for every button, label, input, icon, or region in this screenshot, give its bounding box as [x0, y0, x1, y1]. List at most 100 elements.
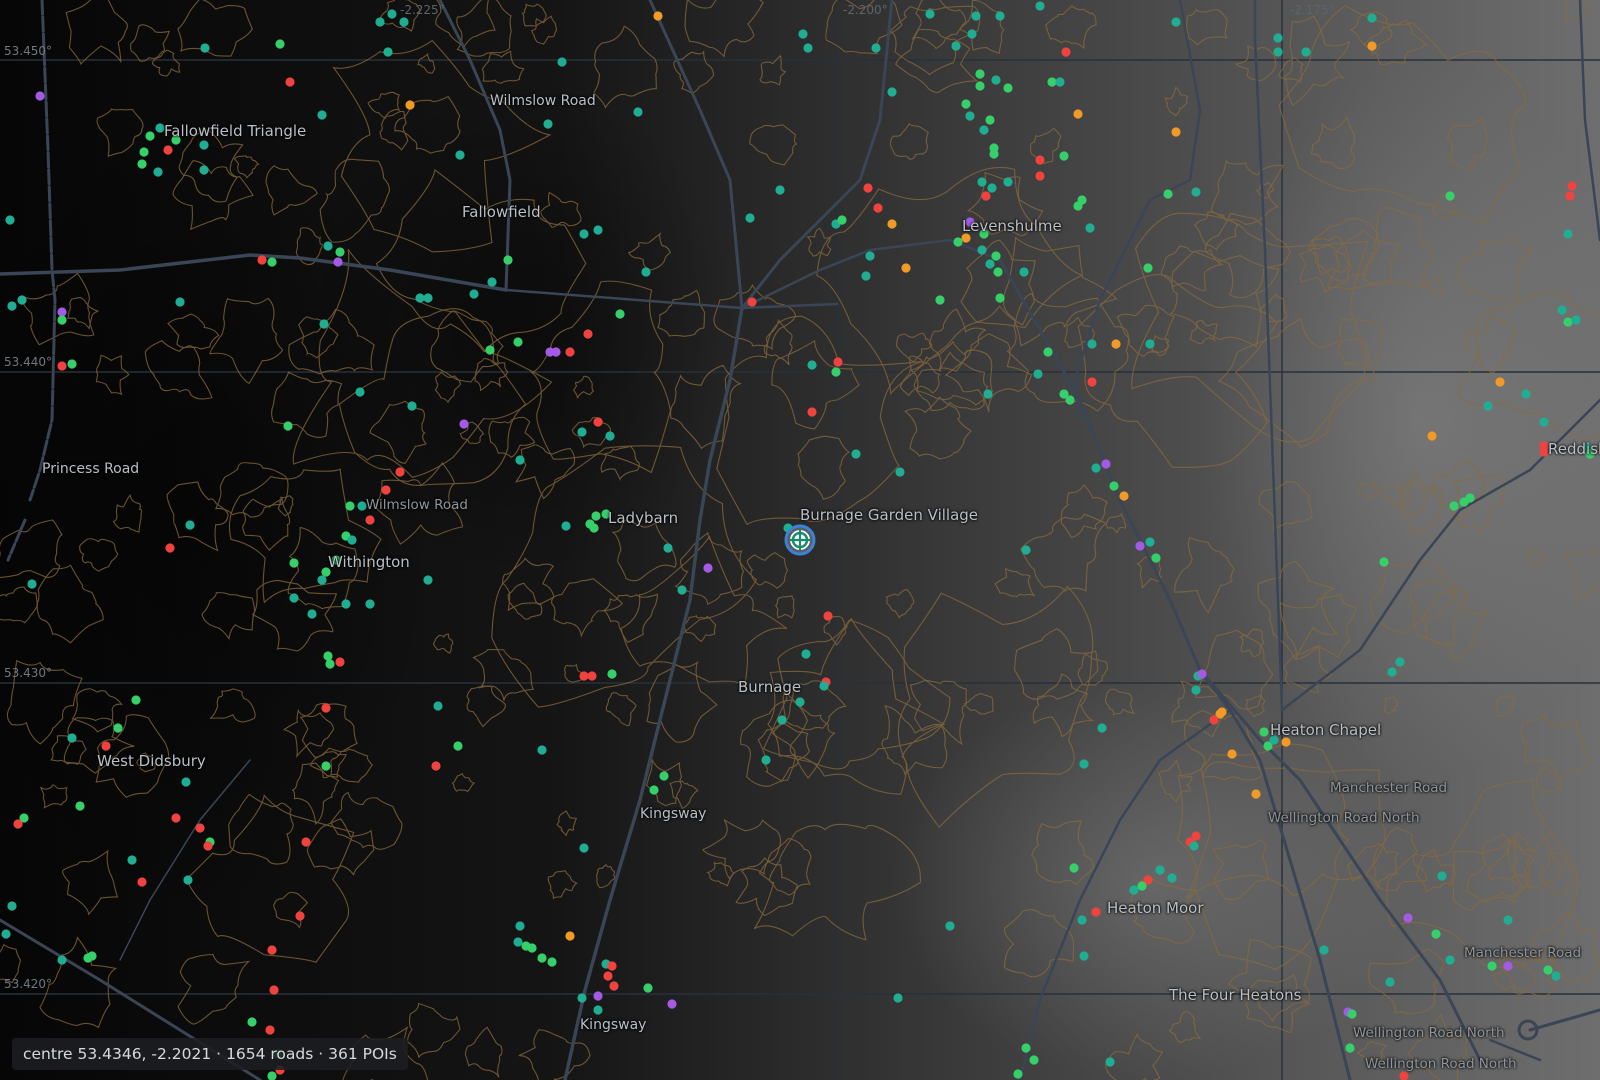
place-label[interactable]: Ladybarn — [608, 509, 678, 527]
poi-marker[interactable] — [257, 255, 267, 265]
poi-marker[interactable] — [579, 671, 589, 681]
place-label[interactable]: Withington — [328, 553, 410, 571]
place-label[interactable]: Fallowfield Triangle — [164, 122, 306, 140]
poi-marker[interactable] — [1565, 191, 1575, 201]
poi-marker[interactable] — [383, 47, 393, 57]
poi-marker[interactable] — [1301, 47, 1311, 57]
poi-marker[interactable] — [333, 257, 343, 267]
poi-marker[interactable] — [1495, 377, 1505, 387]
poi-marker[interactable] — [355, 387, 365, 397]
poi-marker[interactable] — [267, 945, 277, 955]
poi-marker[interactable] — [1465, 493, 1475, 503]
poi-marker[interactable] — [1073, 201, 1083, 211]
poi-marker[interactable] — [965, 111, 975, 121]
poi-marker[interactable] — [1209, 715, 1219, 725]
poi-marker[interactable] — [1111, 339, 1121, 349]
poi-marker[interactable] — [459, 419, 469, 429]
poi-marker[interactable] — [317, 110, 327, 120]
poi-marker[interactable] — [335, 657, 345, 667]
poi-marker[interactable] — [1171, 17, 1181, 27]
poi-marker[interactable] — [593, 225, 603, 235]
poi-marker[interactable] — [1503, 961, 1513, 971]
poi-marker[interactable] — [57, 955, 67, 965]
poi-marker[interactable] — [469, 289, 479, 299]
poi-marker[interactable] — [747, 297, 757, 307]
poi-marker[interactable] — [887, 219, 897, 229]
poi-marker[interactable] — [995, 11, 1005, 21]
poi-marker[interactable] — [893, 993, 903, 1003]
poi-marker[interactable] — [1143, 263, 1153, 273]
poi-marker[interactable] — [961, 99, 971, 109]
poi-marker[interactable] — [289, 593, 299, 603]
poi-marker[interactable] — [977, 245, 987, 255]
poi-marker[interactable] — [1543, 965, 1553, 975]
poi-marker[interactable] — [587, 671, 597, 681]
poi-marker[interactable] — [561, 521, 571, 531]
poi-marker[interactable] — [1563, 229, 1573, 239]
poi-marker[interactable] — [547, 957, 557, 967]
poi-marker[interactable] — [455, 150, 465, 160]
poi-marker[interactable] — [537, 745, 547, 755]
poi-marker[interactable] — [199, 140, 209, 150]
poi-marker[interactable] — [7, 301, 17, 311]
poi-marker[interactable] — [605, 431, 615, 441]
poi-marker[interactable] — [1, 929, 11, 939]
poi-marker[interactable] — [131, 695, 141, 705]
poi-marker[interactable] — [1073, 109, 1083, 119]
poi-marker[interactable] — [1035, 155, 1045, 165]
poi-marker[interactable] — [1021, 1043, 1031, 1053]
poi-marker[interactable] — [527, 943, 537, 953]
poi-marker[interactable] — [1487, 961, 1497, 971]
poi-marker[interactable] — [589, 523, 599, 533]
place-label[interactable]: Reddish — [1548, 440, 1600, 458]
poi-marker[interactable] — [1029, 1055, 1039, 1065]
poi-marker[interactable] — [807, 360, 817, 370]
poi-marker[interactable] — [1035, 1, 1045, 11]
poi-marker[interactable] — [1021, 545, 1031, 555]
poi-marker[interactable] — [887, 87, 897, 97]
poi-marker[interactable] — [1385, 977, 1395, 987]
poi-marker[interactable] — [265, 1025, 275, 1035]
poi-marker[interactable] — [35, 91, 45, 101]
poi-marker[interactable] — [703, 563, 713, 573]
poi-marker[interactable] — [137, 159, 147, 169]
poi-marker[interactable] — [641, 267, 651, 277]
poi-marker[interactable] — [285, 77, 295, 87]
poi-marker[interactable] — [1259, 727, 1269, 737]
poi-marker[interactable] — [139, 147, 149, 157]
poi-marker[interactable] — [1091, 907, 1101, 917]
poi-marker[interactable] — [381, 485, 391, 495]
poi-marker[interactable] — [365, 515, 375, 525]
poi-marker[interactable] — [1109, 481, 1119, 491]
poi-marker[interactable] — [145, 131, 155, 141]
poi-marker[interactable] — [579, 229, 589, 239]
poi-marker[interactable] — [5, 215, 15, 225]
poi-marker[interactable] — [1087, 377, 1097, 387]
poi-marker[interactable] — [1097, 723, 1107, 733]
poi-marker[interactable] — [137, 877, 147, 887]
poi-marker[interactable] — [407, 401, 417, 411]
poi-marker[interactable] — [57, 361, 67, 371]
poi-marker[interactable] — [515, 921, 525, 931]
poi-marker[interactable] — [977, 177, 987, 187]
poi-marker[interactable] — [199, 165, 209, 175]
poi-marker[interactable] — [195, 823, 205, 833]
poi-marker[interactable] — [431, 761, 441, 771]
poi-marker[interactable] — [543, 119, 553, 129]
poi-marker[interactable] — [1557, 305, 1567, 315]
poi-marker[interactable] — [1065, 395, 1075, 405]
poi-marker[interactable] — [593, 417, 603, 427]
poi-marker[interactable] — [945, 921, 955, 931]
poi-marker[interactable] — [593, 991, 603, 1001]
poi-marker[interactable] — [1379, 557, 1389, 567]
poi-marker[interactable] — [1445, 191, 1455, 201]
poi-marker[interactable] — [75, 801, 85, 811]
poi-marker[interactable] — [1437, 871, 1447, 881]
poi-marker[interactable] — [653, 11, 663, 21]
poi-marker[interactable] — [317, 575, 327, 585]
poi-marker[interactable] — [283, 421, 293, 431]
poi-marker[interactable] — [1129, 885, 1139, 895]
poi-marker[interactable] — [399, 17, 409, 27]
poi-marker[interactable] — [101, 741, 111, 751]
poi-marker[interactable] — [247, 1017, 257, 1027]
